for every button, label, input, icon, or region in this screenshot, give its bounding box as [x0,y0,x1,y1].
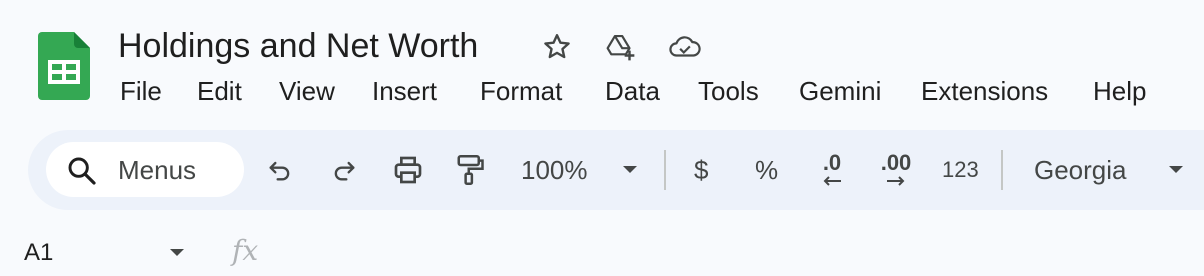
menu-view[interactable]: View [279,74,335,108]
format-percent-button[interactable]: % [755,153,778,187]
menu-bar: File Edit View Insert Format Data Tools … [0,74,1204,108]
toolbar-divider [1001,150,1003,190]
menu-gemini[interactable]: Gemini [799,74,881,108]
increase-decimal-label: .00 [880,150,912,175]
arrow-left-icon [823,176,841,186]
decrease-decimal-button[interactable]: .0 [814,148,850,192]
menu-insert[interactable]: Insert [372,74,437,108]
menu-edit[interactable]: Edit [197,74,242,108]
search-menus-label: Menus [118,155,197,185]
menu-format[interactable]: Format [480,74,562,108]
print-icon[interactable] [390,152,426,188]
menu-help[interactable]: Help [1093,74,1146,108]
redo-icon[interactable] [328,152,360,188]
menu-file[interactable]: File [120,74,162,108]
name-box-dropdown-icon[interactable] [168,246,186,260]
arrow-right-icon [887,176,905,186]
paint-format-icon[interactable] [454,152,486,188]
menu-extensions[interactable]: Extensions [921,74,1048,108]
name-box[interactable]: A1 [24,238,53,268]
zoom-dropdown-icon[interactable] [620,152,640,188]
search-icon [68,157,96,185]
move-to-drive-icon[interactable] [604,30,638,64]
decrease-decimal-label: .0 [822,150,842,175]
undo-icon[interactable] [264,152,296,188]
font-dropdown-icon[interactable] [1166,152,1186,188]
menu-data[interactable]: Data [605,74,660,108]
fx-icon: fx [232,234,259,267]
more-formats-button[interactable]: 123 [942,153,979,187]
star-icon[interactable] [540,30,574,64]
format-currency-button[interactable]: $ [694,153,708,187]
toolbar-divider [664,150,666,190]
font-family-select[interactable]: Georgia [1034,153,1127,187]
cloud-saved-icon[interactable] [668,30,702,64]
zoom-select[interactable]: 100% [521,153,588,187]
increase-decimal-button[interactable]: .00 [876,148,916,192]
menu-tools[interactable]: Tools [698,74,759,108]
document-title[interactable]: Holdings and Net Worth [118,26,478,66]
